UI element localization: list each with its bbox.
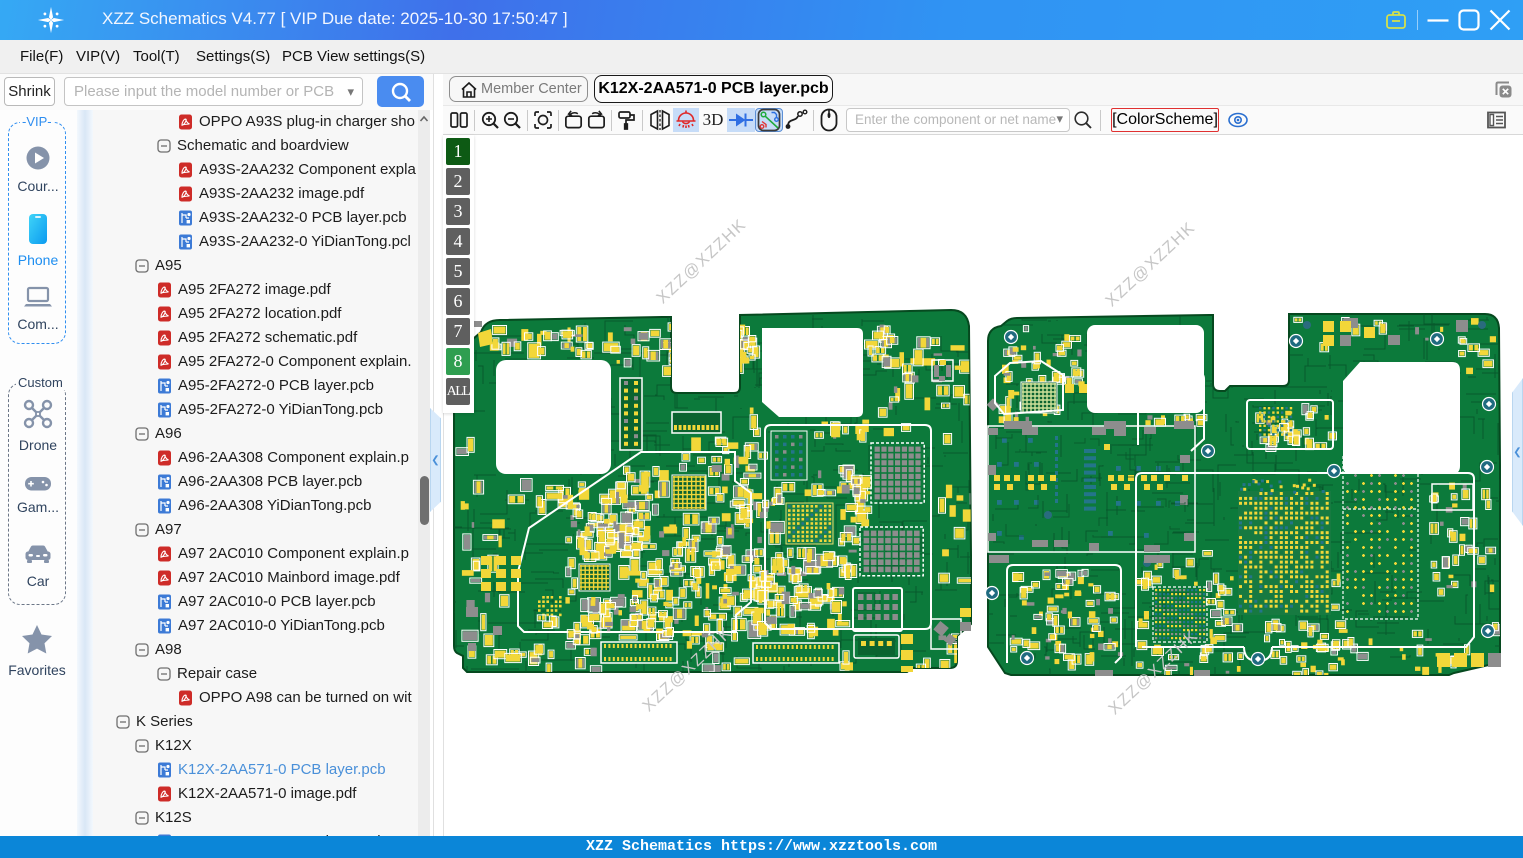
svg-text:XZZ@XZZHK: XZZ@XZZHK [653, 215, 750, 307]
svg-text:XZZ@XZZHK: XZZ@XZZHK [1102, 218, 1199, 310]
